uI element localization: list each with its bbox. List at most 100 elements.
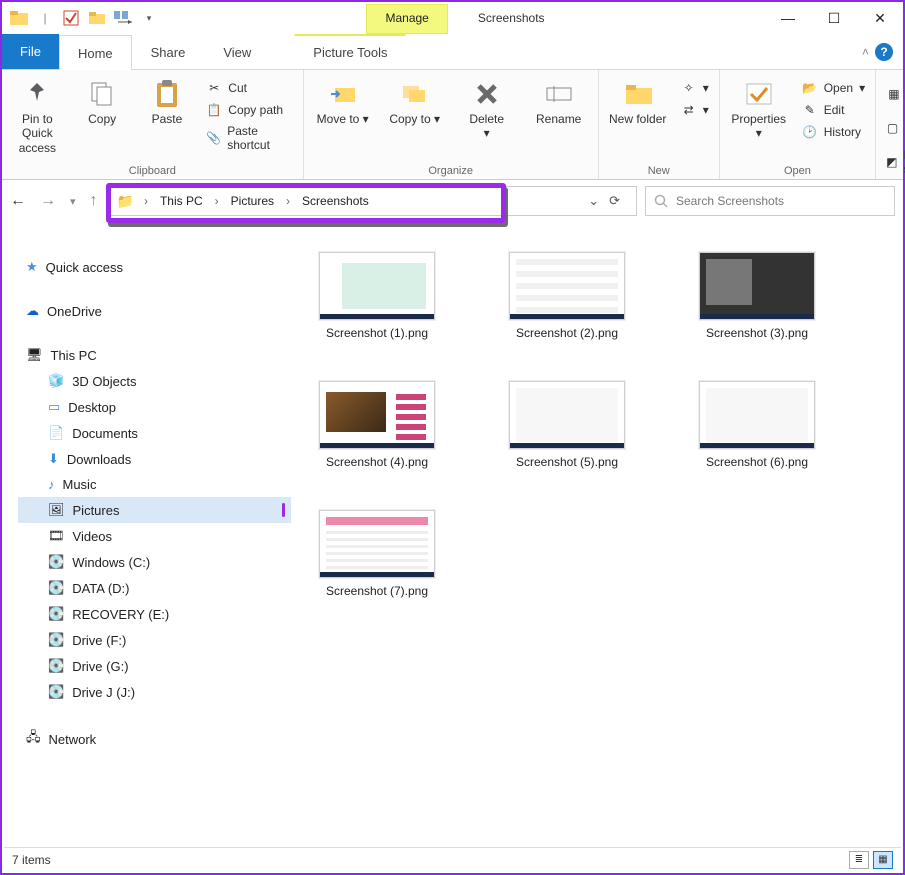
crumb-screenshots[interactable]: Screenshots	[300, 194, 371, 208]
select-all-icon: ▦	[886, 86, 902, 102]
tab-view[interactable]: View	[204, 34, 270, 69]
downloads-icon: ⬇	[48, 451, 59, 467]
qat-customize-icon[interactable]	[112, 7, 134, 29]
select-all-button[interactable]: ▦Select all	[886, 80, 905, 108]
pin-to-quick-access-button[interactable]: Pin to Quick access	[12, 74, 63, 155]
tree-network[interactable]: 🖧Network	[18, 723, 291, 755]
chevron-right-icon[interactable]: ›	[282, 194, 294, 208]
collapse-ribbon-icon[interactable]: ˄	[862, 45, 869, 59]
tree-pictures[interactable]: 🖼Pictures	[18, 497, 291, 523]
copy-path-button[interactable]: 📋Copy path	[206, 102, 292, 118]
file-item[interactable]: Screenshot (1).png	[317, 252, 437, 341]
tree-drive-j[interactable]: 💽Drive J (J:)	[18, 679, 291, 705]
tree-drive-d[interactable]: 💽DATA (D:)	[18, 575, 291, 601]
file-item[interactable]: Screenshot (3).png	[697, 252, 817, 341]
copy-to-button[interactable]: Copy to ▾	[386, 74, 444, 126]
file-item[interactable]: Screenshot (5).png	[507, 381, 627, 470]
tree-3d-objects[interactable]: 🧊3D Objects	[18, 368, 291, 394]
copy-button[interactable]: Copy	[77, 74, 128, 126]
file-item[interactable]: Screenshot (7).png	[317, 510, 437, 599]
qat-dropdown-icon[interactable]: ▾	[138, 7, 160, 29]
tree-drive-e[interactable]: 💽RECOVERY (E:)	[18, 601, 291, 627]
tree-drive-c[interactable]: 💽Windows (C:)	[18, 549, 291, 575]
easy-access-button[interactable]: ⇄▾	[681, 102, 709, 118]
tree-videos[interactable]: 🎞Videos	[18, 523, 291, 549]
ribbon: Pin to Quick access Copy Paste ✂Cut 📋Cop…	[2, 70, 903, 180]
crumb-this-pc[interactable]: This PC	[158, 194, 205, 208]
tree-onedrive[interactable]: ☁OneDrive	[18, 298, 291, 324]
easy-access-icon: ⇄	[681, 102, 697, 118]
copy-to-icon	[401, 80, 429, 108]
quick-access-toolbar: | ▾	[2, 7, 160, 29]
tab-file[interactable]: File	[2, 34, 59, 69]
thumbnails-view-button[interactable]: ▦	[873, 851, 893, 869]
crumb-pictures[interactable]: Pictures	[229, 194, 276, 208]
back-button[interactable]: ←	[10, 192, 26, 210]
refresh-button[interactable]: ⟳	[609, 193, 620, 209]
tree-documents[interactable]: 📄Documents	[18, 420, 291, 446]
documents-icon: 📄	[48, 425, 64, 441]
file-item[interactable]: Screenshot (2).png	[507, 252, 627, 341]
tab-picture-tools[interactable]: Picture Tools	[294, 34, 406, 69]
this-pc-icon: 🖥	[26, 347, 43, 363]
open-button[interactable]: 📂Open ▾	[802, 80, 865, 96]
history-button[interactable]: 🕑History	[802, 124, 865, 140]
up-button[interactable]: ↑	[90, 192, 98, 210]
tree-this-pc[interactable]: 🖥This PC	[18, 342, 291, 368]
move-to-icon	[329, 80, 357, 108]
file-item[interactable]: Screenshot (6).png	[697, 381, 817, 470]
open-icon: 📂	[802, 80, 818, 96]
thumbnail-icon	[319, 510, 435, 578]
search-input[interactable]: Search Screenshots	[645, 186, 895, 216]
file-item[interactable]: Screenshot (4).png	[317, 381, 437, 470]
paste-icon	[153, 80, 181, 108]
folder-small-icon[interactable]	[86, 7, 108, 29]
qat-divider: |	[34, 7, 56, 29]
navigation-pane: ★Quick access ☁OneDrive 🖥This PC 🧊3D Obj…	[2, 222, 297, 842]
cut-button[interactable]: ✂Cut	[206, 80, 292, 96]
copy-icon	[88, 80, 116, 108]
tab-manage[interactable]: Manage	[366, 4, 447, 34]
drive-icon: 💽	[48, 580, 64, 596]
new-folder-button[interactable]: New folder	[609, 74, 667, 126]
tree-desktop[interactable]: ▭Desktop	[18, 394, 291, 420]
thumbnail-icon	[699, 381, 815, 449]
drive-icon: 💽	[48, 606, 64, 622]
forward-button[interactable]: →	[40, 192, 56, 210]
group-label-clipboard: Clipboard	[12, 163, 293, 177]
chevron-right-icon[interactable]: ›	[140, 194, 152, 208]
tab-share[interactable]: Share	[132, 34, 205, 69]
address-dropdown-icon[interactable]: ⌄	[588, 193, 599, 209]
delete-button[interactable]: Delete▾	[458, 74, 516, 141]
properties-check-icon[interactable]	[60, 7, 82, 29]
maximize-button[interactable]: ☐	[811, 3, 857, 33]
paste-shortcut-button[interactable]: 📎Paste shortcut	[206, 124, 292, 152]
address-bar[interactable]: 📁 › This PC › Pictures › Screenshots ⌄ ⟳	[106, 186, 637, 216]
paste-button[interactable]: Paste	[142, 74, 193, 126]
tree-quick-access[interactable]: ★Quick access	[18, 254, 291, 280]
invert-selection-button[interactable]: ◩Invert selection	[886, 148, 905, 176]
desktop-icon: ▭	[48, 399, 60, 415]
file-list[interactable]: Screenshot (1).png Screenshot (2).png Sc…	[297, 222, 903, 842]
tab-home[interactable]: Home	[59, 35, 132, 70]
chevron-right-icon[interactable]: ›	[211, 194, 223, 208]
tree-downloads[interactable]: ⬇Downloads	[18, 446, 291, 472]
group-label-new: New	[609, 163, 709, 177]
select-none-button[interactable]: ▢Select none	[886, 114, 905, 142]
recent-locations-button[interactable]: ▾	[70, 195, 76, 208]
close-button[interactable]: ✕	[857, 3, 903, 33]
tree-drive-g[interactable]: 💽Drive (G:)	[18, 653, 291, 679]
rename-button[interactable]: Rename	[530, 74, 588, 126]
edit-icon: ✎	[802, 102, 818, 118]
new-item-button[interactable]: ✧▾	[681, 80, 709, 96]
edit-button[interactable]: ✎Edit	[802, 102, 865, 118]
tree-drive-f[interactable]: 💽Drive (F:)	[18, 627, 291, 653]
move-to-button[interactable]: Move to ▾	[314, 74, 372, 126]
pin-icon	[23, 80, 51, 108]
tree-music[interactable]: ♪Music	[18, 472, 291, 497]
details-view-button[interactable]: ≣	[849, 851, 869, 869]
properties-button[interactable]: Properties▾	[730, 74, 788, 141]
help-icon[interactable]: ?	[875, 43, 893, 61]
minimize-button[interactable]: —	[765, 3, 811, 33]
paste-shortcut-icon: 📎	[206, 130, 221, 146]
